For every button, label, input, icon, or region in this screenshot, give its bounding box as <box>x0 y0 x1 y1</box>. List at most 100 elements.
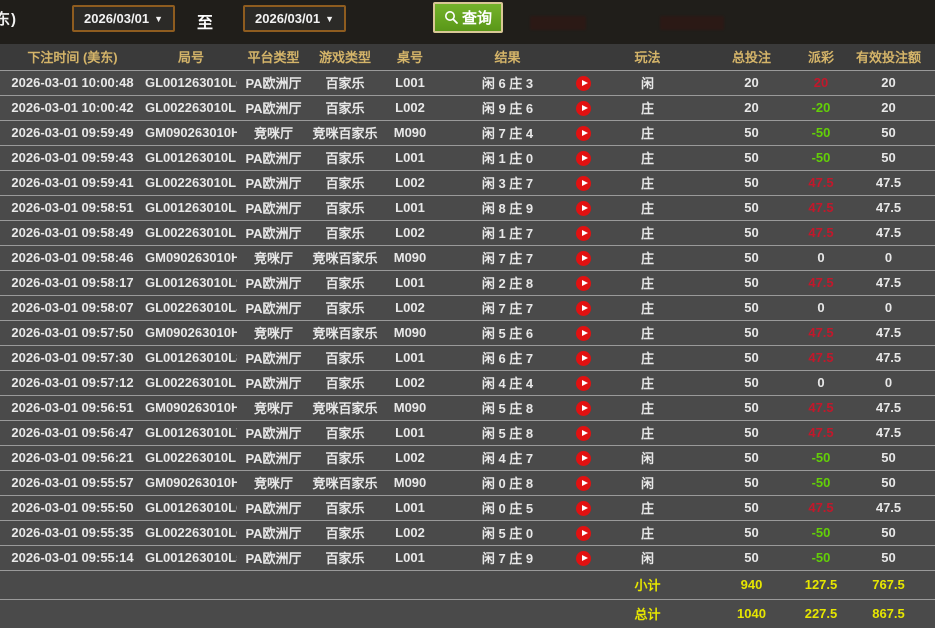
replay-icon[interactable] <box>576 425 591 441</box>
table-row: 2026-03-01 09:58:17 GL001263010L9 PA欧洲厅 百家乐… <box>0 270 935 296</box>
footer-spacer <box>0 570 592 600</box>
valid-bet: 50 <box>842 470 935 496</box>
replay-icon[interactable] <box>576 250 591 266</box>
table-no: L001 <box>380 545 440 571</box>
platform-type: PA欧洲厅 <box>237 220 310 246</box>
payout: 47.5 <box>800 395 842 421</box>
replay-cell <box>575 270 592 296</box>
table-no: L002 <box>380 170 440 196</box>
payout: -50 <box>800 470 842 496</box>
replay-icon[interactable] <box>576 175 591 191</box>
game-type: 百家乐 <box>310 520 380 546</box>
cutoff-label: 东) <box>0 11 17 28</box>
bet-time: 2026-03-01 09:57:12 <box>0 370 145 396</box>
total-bet: 50 <box>703 295 800 321</box>
replay-icon[interactable] <box>576 125 591 141</box>
result: 闲 1 庄 7 <box>440 220 575 246</box>
replay-column-header <box>575 44 592 71</box>
date-from-select[interactable]: 2026/03/01 ▼ <box>72 5 175 32</box>
platform-type: PA欧洲厅 <box>237 495 310 521</box>
replay-icon[interactable] <box>576 500 591 516</box>
round-id: GL001263010L5 <box>145 545 237 571</box>
game-type: 百家乐 <box>310 545 380 571</box>
play-type: 庄 <box>592 370 703 396</box>
round-id: GM090263010HC <box>145 395 237 421</box>
round-id: GM090263010HF <box>145 120 237 146</box>
total-bet: 50 <box>703 220 800 246</box>
replay-icon[interactable] <box>576 450 591 466</box>
play-triangle <box>581 505 588 512</box>
column-header: 平台类型 <box>237 44 310 71</box>
table-row: 2026-03-01 10:00:42 GL002263010LM PA欧洲厅 百家乐… <box>0 95 935 121</box>
round-id: GL001263010L6 <box>145 495 237 521</box>
column-header: 派彩 <box>800 44 842 71</box>
table-row: 2026-03-01 09:55:50 GL001263010L6 PA欧洲厅 百家乐… <box>0 495 935 521</box>
replay-cell <box>575 420 592 446</box>
table-row: 2026-03-01 09:58:46GM090263010HE竞咪厅竞咪百家乐… <box>0 245 935 271</box>
footer-total-bet: 940 <box>703 570 800 600</box>
replay-icon[interactable] <box>576 200 591 216</box>
bet-time: 2026-03-01 09:57:30 <box>0 345 145 371</box>
play-type: 庄 <box>592 345 703 371</box>
table-no: L001 <box>380 145 440 171</box>
valid-bet: 47.5 <box>842 420 935 446</box>
replay-icon[interactable] <box>576 375 591 391</box>
table-no: M090 <box>380 470 440 496</box>
replay-icon[interactable] <box>576 400 591 416</box>
platform-type: 竞咪厅 <box>237 470 310 496</box>
replay-icon[interactable] <box>576 475 591 491</box>
query-button[interactable]: 查询 <box>433 2 504 33</box>
valid-bet: 0 <box>842 370 935 396</box>
column-header: 结果 <box>440 44 575 71</box>
game-type: 百家乐 <box>310 295 380 321</box>
replay-icon[interactable] <box>576 275 591 291</box>
replay-icon[interactable] <box>576 525 591 541</box>
play-type: 庄 <box>592 420 703 446</box>
play-triangle <box>581 430 588 437</box>
bet-time: 2026-03-01 09:58:49 <box>0 220 145 246</box>
chevron-down-icon: ▼ <box>325 13 334 24</box>
replay-cell <box>575 170 592 196</box>
table-row: 2026-03-01 09:57:12 GL002263010LI PA欧洲厅 百家乐… <box>0 370 935 396</box>
game-type: 百家乐 <box>310 270 380 296</box>
table-no: L002 <box>380 220 440 246</box>
date-to-value: 2026/03/01 <box>255 11 321 26</box>
replay-icon[interactable] <box>576 75 591 91</box>
payout: 47.5 <box>800 220 842 246</box>
replay-cell <box>575 95 592 121</box>
replay-cell <box>575 545 592 571</box>
bet-time: 2026-03-01 10:00:42 <box>0 95 145 121</box>
replay-icon[interactable] <box>576 550 591 566</box>
replay-cell <box>575 345 592 371</box>
play-type: 庄 <box>592 120 703 146</box>
replay-icon[interactable] <box>576 325 591 341</box>
column-header: 玩法 <box>592 44 703 71</box>
result: 闲 8 庄 9 <box>440 195 575 221</box>
total-bet: 50 <box>703 420 800 446</box>
result: 闲 1 庄 0 <box>440 145 575 171</box>
table-row: 2026-03-01 09:58:49 GL002263010LK PA欧洲厅 百家乐… <box>0 220 935 246</box>
round-id: GL002263010LJ <box>145 295 237 321</box>
replay-icon[interactable] <box>576 350 591 366</box>
round-id: GL001263010LC <box>145 70 237 96</box>
total-bet: 50 <box>703 320 800 346</box>
valid-bet: 50 <box>842 120 935 146</box>
platform-type: PA欧洲厅 <box>237 545 310 571</box>
column-header: 总投注 <box>703 44 800 71</box>
table-no: M090 <box>380 320 440 346</box>
table-row: 2026-03-01 09:56:47 GL001263010L7 PA欧洲厅 百家乐… <box>0 420 935 446</box>
valid-bet: 47.5 <box>842 220 935 246</box>
date-to-select[interactable]: 2026/03/01 ▼ <box>243 5 346 32</box>
play-type: 闲 <box>592 70 703 96</box>
result: 闲 9 庄 6 <box>440 95 575 121</box>
payout: 47.5 <box>800 420 842 446</box>
table-row: 2026-03-01 09:57:30 GL001263010L8 PA欧洲厅 百家乐… <box>0 345 935 371</box>
replay-icon[interactable] <box>576 100 591 116</box>
replay-icon[interactable] <box>576 300 591 316</box>
play-triangle <box>581 380 588 387</box>
bet-time: 2026-03-01 09:58:07 <box>0 295 145 321</box>
replay-icon[interactable] <box>576 225 591 241</box>
replay-icon[interactable] <box>576 150 591 166</box>
play-triangle <box>581 230 588 237</box>
play-triangle <box>581 280 588 287</box>
